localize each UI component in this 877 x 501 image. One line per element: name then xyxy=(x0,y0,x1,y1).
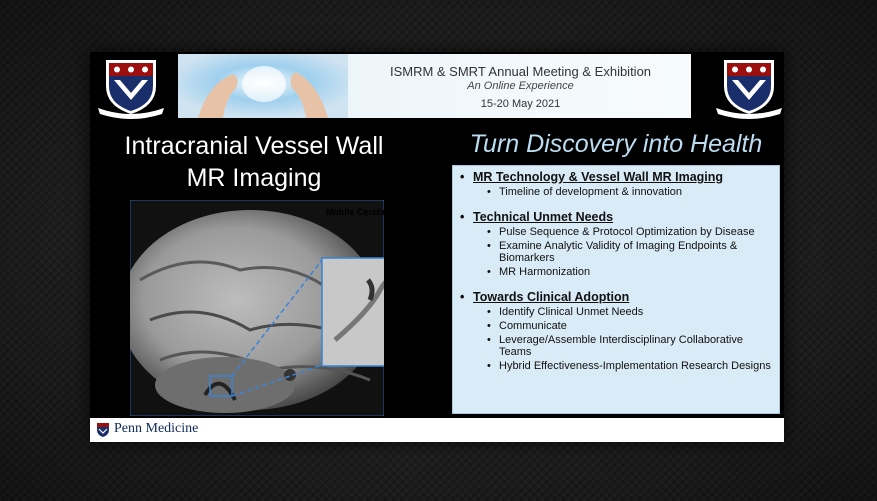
list-item: MR Harmonization xyxy=(487,266,779,278)
conference-subtitle: An Online Experience xyxy=(467,80,574,92)
section-clinical-adoption: Towards Clinical Adoption Identify Clini… xyxy=(460,286,779,372)
list-item: Identify Clinical Unmet Needs xyxy=(487,306,779,318)
conference-title: ISMRM & SMRT Annual Meeting & Exhibition xyxy=(389,64,652,79)
mri-inset-label: Middle Cerebral Artery xyxy=(326,207,423,217)
list-item: Leverage/Assemble Interdisciplinary Coll… xyxy=(487,334,779,358)
penn-medicine-shield-icon xyxy=(97,423,109,437)
mri-brain-image xyxy=(130,200,384,416)
slide-title-line2: MR Imaging xyxy=(186,164,322,192)
conference-dates: 15-20 May 2021 xyxy=(480,98,561,110)
tagline: Turn Discovery into Health xyxy=(469,130,763,158)
section-heading: Towards Clinical Adoption xyxy=(460,290,779,304)
section-heading: Technical Unmet Needs xyxy=(460,210,779,224)
penn-shield-logo-right xyxy=(716,60,782,119)
bullet-panel: MR Technology & Vessel Wall MR Imaging T… xyxy=(452,165,780,414)
slide-title: Intracranial Vessel Wall MR Imaging xyxy=(104,130,404,194)
slide-footer: Penn Medicine xyxy=(90,418,784,442)
list-item: Examine Analytic Validity of Imaging End… xyxy=(487,240,779,264)
penn-medicine-logo-text: Penn Medicine xyxy=(114,421,199,436)
conference-banner: ISMRM & SMRT Annual Meeting & Exhibition… xyxy=(178,54,691,118)
slide-title-line1: Intracranial Vessel Wall xyxy=(124,132,384,160)
list-item: Pulse Sequence & Protocol Optimization b… xyxy=(487,226,779,238)
glowing-hands-image xyxy=(178,54,348,118)
list-item: Hybrid Effectiveness-Implementation Rese… xyxy=(487,360,779,372)
presentation-slide: ISMRM & SMRT Annual Meeting & Exhibition… xyxy=(90,52,784,442)
list-item: Timeline of development & innovation xyxy=(487,186,779,198)
penn-shield-logo-left xyxy=(98,60,164,119)
section-heading: MR Technology & Vessel Wall MR Imaging xyxy=(460,170,779,184)
list-item: Communicate xyxy=(487,320,779,332)
section-technical-unmet-needs: Technical Unmet Needs Pulse Sequence & P… xyxy=(460,206,779,278)
section-mr-technology: MR Technology & Vessel Wall MR Imaging T… xyxy=(460,166,779,198)
